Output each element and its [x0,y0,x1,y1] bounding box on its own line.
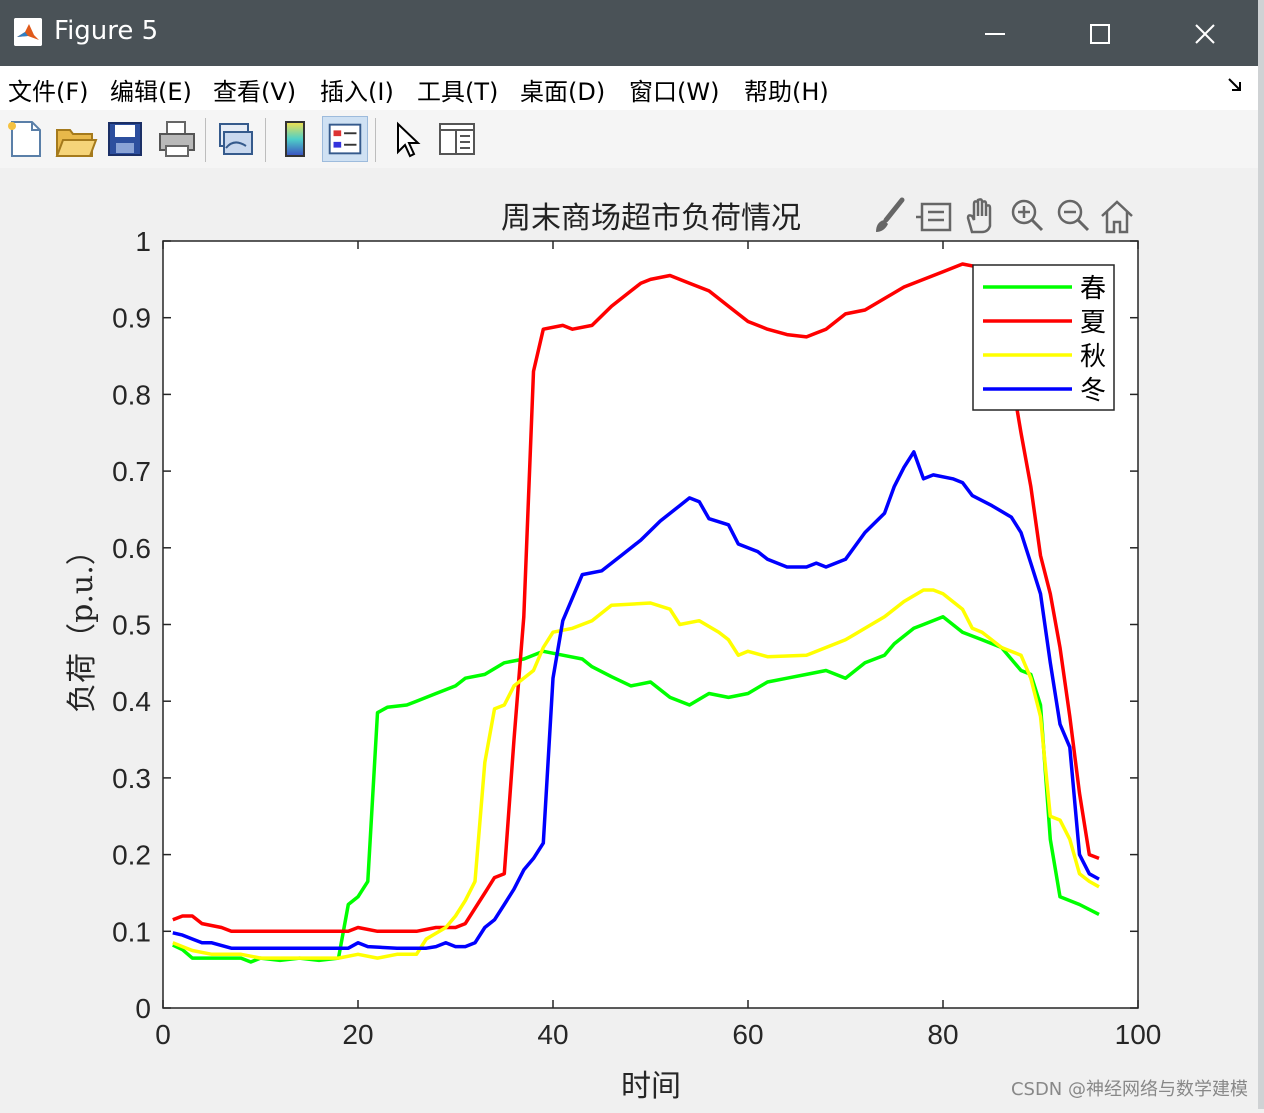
pointer-icon [397,121,421,158]
toolbar-separator [375,118,376,162]
legend-label-spring: 春 [1080,274,1106,304]
save-button[interactable] [102,116,148,162]
y-tick-label: 0.3 [112,763,151,794]
x-tick-label: 60 [732,1019,763,1050]
legend[interactable]: 春 夏 秋 冬 [972,264,1115,411]
link-plot-icon [219,123,253,155]
y-tick-label: 0.4 [112,686,151,717]
pan-icon [966,198,992,234]
colorbar-icon [285,121,305,157]
zoom-out-icon [1057,199,1090,232]
y-tick-label: 0.7 [112,456,151,487]
y-tick-label: 0.5 [112,610,151,641]
menu-desktop[interactable]: 桌面(D) [520,72,605,107]
menu-help[interactable]: 帮助(H) [744,72,829,107]
new-figure-icon [8,121,41,157]
property-inspector-icon [439,123,475,155]
axes-toolbar [876,197,1133,234]
y-tick-label: 0.8 [112,379,151,410]
legend-label-autumn: 秋 [1080,342,1106,372]
figure-canvas: 0 20 40 60 80 100 0 0.1 0.2 0.3 0.4 0.5 0.6 0.7 0.8 0.9… [0,168,1258,1109]
x-tick-label: 40 [537,1019,568,1050]
y-tick-label: 0 [135,993,151,1024]
menu-view[interactable]: 查看(V) [213,72,296,107]
y-tick-label: 0.6 [112,533,151,564]
menu-edit[interactable]: 编辑(E) [110,72,192,107]
open-file-icon [55,129,98,157]
toolbar-separator [265,118,266,162]
menu-insert[interactable]: 插入(I) [320,72,394,107]
x-axis-label: 时间 [621,1069,681,1104]
legend-label-winter: 冬 [1080,376,1106,406]
save-icon [108,122,142,156]
zoom-in-button[interactable] [1011,199,1044,232]
window-titlebar: Figure 5 [0,0,1264,66]
data-tips-icon [916,202,952,232]
maximize-button[interactable] [1055,8,1145,58]
y-tick-label: 0.1 [112,916,151,947]
pan-button[interactable] [966,198,992,234]
close-icon [1195,23,1215,44]
maximize-icon [1090,23,1110,44]
menu-bar: 文件(F) 编辑(E) 查看(V) 插入(I) 工具(T) 桌面(D) 窗口(W… [0,66,1258,111]
pointer-button[interactable] [384,116,430,162]
watermark: CSDN @神经网络与数学建模 [1010,1079,1248,1100]
y-tick-label: 0.2 [112,840,151,871]
menu-window[interactable]: 窗口(W) [629,72,719,107]
home-button[interactable] [1101,200,1133,234]
x-tick-label: 20 [342,1019,373,1050]
data-tips-button[interactable] [916,202,952,232]
close-button[interactable] [1160,8,1250,58]
dock-arrow-icon[interactable] [1226,76,1244,94]
property-inspector-button[interactable] [434,116,480,162]
legend-icon [328,123,362,155]
line-chart: 0 20 40 60 80 100 0 0.1 0.2 0.3 0.4 0.5 0.6 0.7 0.8 0.9… [65,197,1162,1104]
print-button[interactable] [154,116,200,162]
print-icon [159,121,195,157]
figure-toolbar [0,110,1258,169]
zoom-out-button[interactable] [1057,199,1090,232]
y-tick-label: 1 [135,226,151,257]
new-figure-button[interactable] [2,116,48,162]
toolbar-separator [205,118,206,162]
brush-icon [876,197,905,232]
x-tick-label: 0 [155,1019,171,1050]
home-icon [1101,200,1133,234]
minimize-button[interactable] [950,8,1040,58]
window-title: Figure 5 [54,16,159,46]
link-plot-button[interactable] [212,116,258,162]
chart-title: 周末商场超市负荷情况 [501,201,801,236]
x-tick-label: 80 [927,1019,958,1050]
colorbar-button[interactable] [272,116,318,162]
vertical-scrollbar[interactable] [1258,0,1264,1109]
menu-file[interactable]: 文件(F) [8,72,89,107]
brush-button[interactable] [876,197,905,232]
x-tick-label: 100 [1115,1019,1162,1050]
y-axis-label: 负荷（p.u.） [65,535,100,713]
minimize-icon [985,32,1005,35]
y-tick-label: 0.9 [112,303,151,334]
matlab-logo-icon [14,18,42,46]
menu-tools[interactable]: 工具(T) [417,72,498,107]
zoom-in-icon [1011,199,1044,232]
open-file-button[interactable] [52,116,98,162]
legend-button[interactable] [322,116,368,162]
legend-label-summer: 夏 [1080,308,1106,338]
